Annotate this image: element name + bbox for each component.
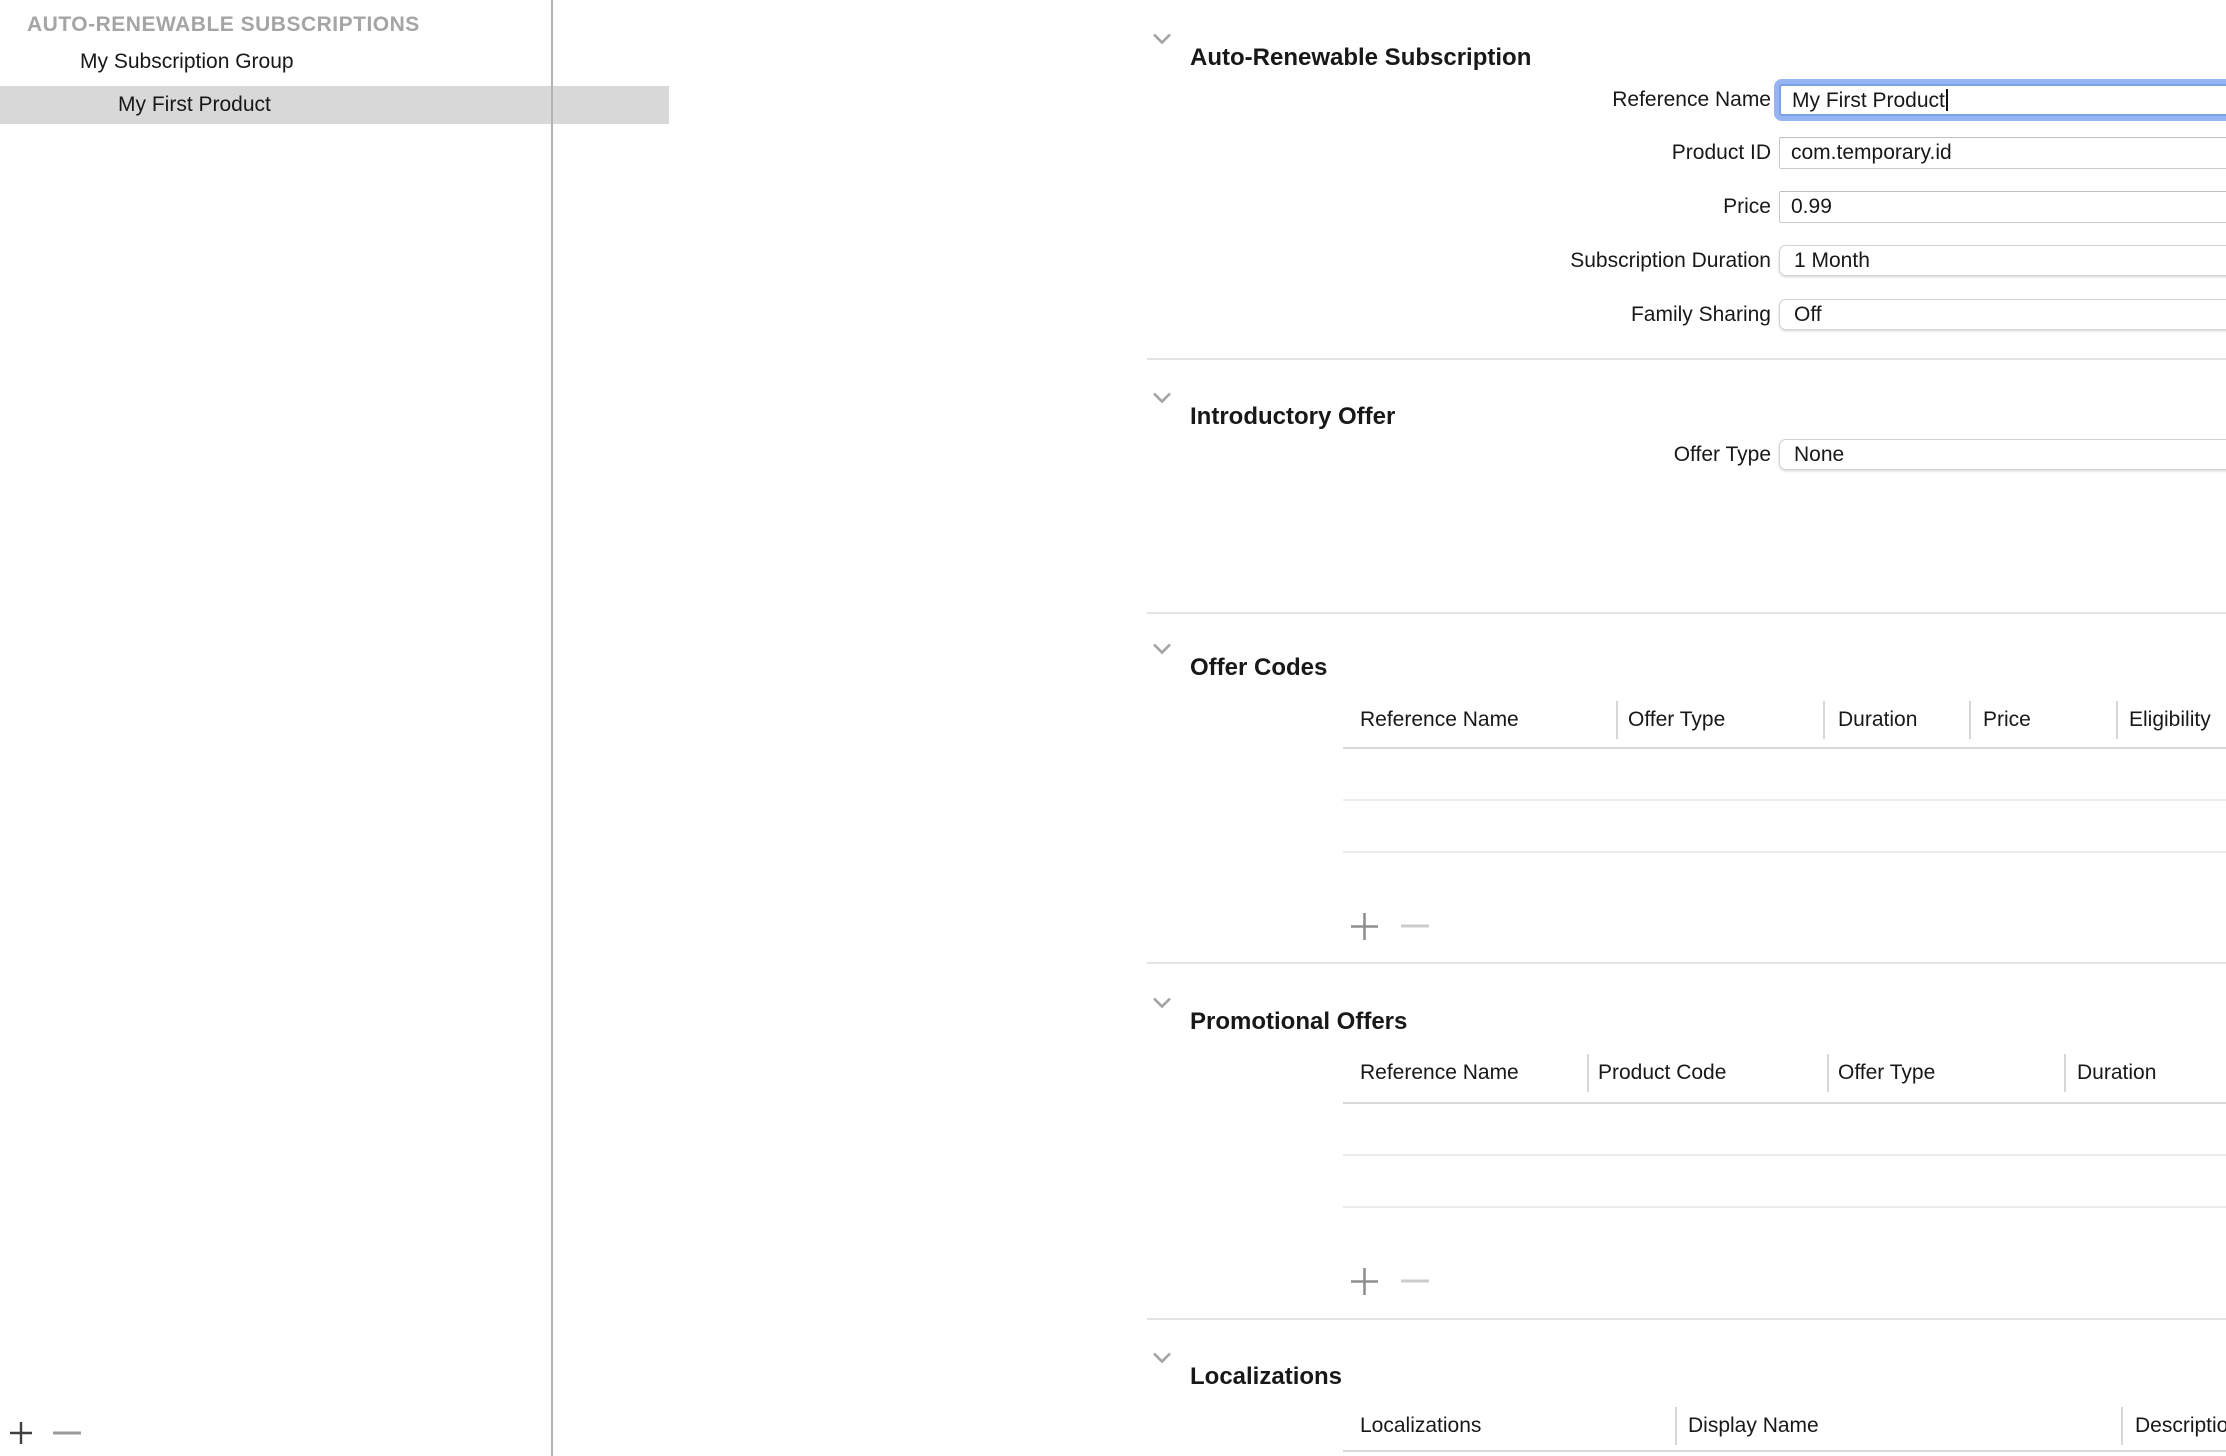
offer-type-label: Offer Type <box>1106 439 1771 470</box>
product-id-label: Product ID <box>1106 137 1771 169</box>
column-header[interactable]: Price <box>1983 702 2031 738</box>
column-divider <box>1823 701 1825 739</box>
column-divider <box>2064 1054 2066 1092</box>
section-title-subscription: Auto-Renewable Subscription <box>1190 43 1531 73</box>
sidebar-item-subscription-group[interactable]: My Subscription Group <box>0 43 631 81</box>
reference-name-value: My First Product <box>1792 89 1945 112</box>
column-divider <box>1969 701 1971 739</box>
column-header[interactable]: Eligibility <box>2129 702 2211 738</box>
chevron-down-icon[interactable] <box>1152 987 1172 1017</box>
column-header[interactable]: Offer Type <box>1838 1055 1935 1091</box>
table-header-rule <box>1343 747 2226 749</box>
table-header-rule <box>1343 1450 2226 1452</box>
price-value: 0.99 <box>1791 195 1832 218</box>
chevron-down-icon[interactable] <box>1152 633 1172 663</box>
product-id-value: com.temporary.id <box>1791 141 1952 164</box>
chevron-down-icon[interactable] <box>1152 382 1172 412</box>
family-sharing-label: Family Sharing <box>1106 299 1771 330</box>
chevron-down-icon[interactable] <box>1152 1342 1172 1372</box>
section-title-localizations: Localizations <box>1190 1362 1342 1392</box>
table-row-rule <box>1343 1154 2226 1156</box>
column-header[interactable]: Product Code <box>1598 1055 1726 1091</box>
remove-icon[interactable] <box>52 1429 82 1437</box>
column-divider <box>1616 701 1618 739</box>
column-header[interactable]: Reference Name <box>1360 1055 1519 1091</box>
column-header[interactable]: Duration <box>1838 702 1917 738</box>
add-icon[interactable] <box>1350 912 1379 941</box>
section-title-offer-codes: Offer Codes <box>1190 653 1327 683</box>
subscription-duration-label: Subscription Duration <box>1106 245 1771 276</box>
section-separator <box>1147 1318 2226 1320</box>
column-header[interactable]: Localizations <box>1360 1408 1481 1444</box>
storekit-configuration-window: AUTO-RENEWABLE SUBSCRIPTIONS My Subscrip… <box>0 0 2226 1456</box>
column-divider <box>2116 701 2118 739</box>
text-cursor <box>1946 89 1948 111</box>
column-divider <box>2121 1407 2123 1445</box>
product-id-field[interactable]: com.temporary.id <box>1779 137 2226 169</box>
remove-icon[interactable] <box>1400 1277 1430 1285</box>
column-divider <box>1587 1054 1589 1092</box>
reference-name-field[interactable]: My First Product <box>1779 84 2226 116</box>
subscription-duration-select[interactable]: 1 Month <box>1779 245 2226 276</box>
column-divider <box>1675 1407 1677 1445</box>
column-header[interactable]: Description <box>2135 1408 2226 1444</box>
family-sharing-select[interactable]: Off <box>1779 299 2226 330</box>
table-row-rule <box>1343 799 2226 801</box>
column-header[interactable]: Duration <box>2077 1055 2156 1091</box>
add-icon[interactable] <box>1350 1267 1379 1296</box>
subscription-duration-value: 1 Month <box>1794 249 1870 272</box>
column-divider <box>1827 1054 1829 1092</box>
section-title-promotional-offers: Promotional Offers <box>1190 1007 1407 1037</box>
add-icon[interactable] <box>9 1421 33 1445</box>
table-row-rule <box>1343 1206 2226 1208</box>
section-separator <box>1147 358 2226 360</box>
family-sharing-value: Off <box>1794 303 1822 326</box>
sidebar-actions <box>0 1410 551 1456</box>
section-title-introductory-offer: Introductory Offer <box>1190 402 1395 432</box>
offer-type-select[interactable]: None <box>1779 439 2226 470</box>
reference-name-label: Reference Name <box>1106 84 1771 116</box>
chevron-down-icon[interactable] <box>1152 23 1172 53</box>
remove-icon[interactable] <box>1400 922 1430 930</box>
price-label: Price <box>1106 191 1771 223</box>
table-header-rule <box>1343 1102 2226 1104</box>
section-separator <box>1147 962 2226 964</box>
sidebar: AUTO-RENEWABLE SUBSCRIPTIONS My Subscrip… <box>0 0 551 1456</box>
column-header[interactable]: Display Name <box>1688 1408 1819 1444</box>
offer-type-value: None <box>1794 443 1844 466</box>
sidebar-section-header: AUTO-RENEWABLE SUBSCRIPTIONS <box>27 12 420 38</box>
column-header[interactable]: Reference Name <box>1360 702 1519 738</box>
column-header[interactable]: Offer Type <box>1628 702 1725 738</box>
product-editor: Auto-Renewable Subscription Reference Na… <box>553 0 2226 1456</box>
table-row-rule <box>1343 851 2226 853</box>
section-separator <box>1147 612 2226 614</box>
price-field[interactable]: 0.99 <box>1779 191 2226 223</box>
